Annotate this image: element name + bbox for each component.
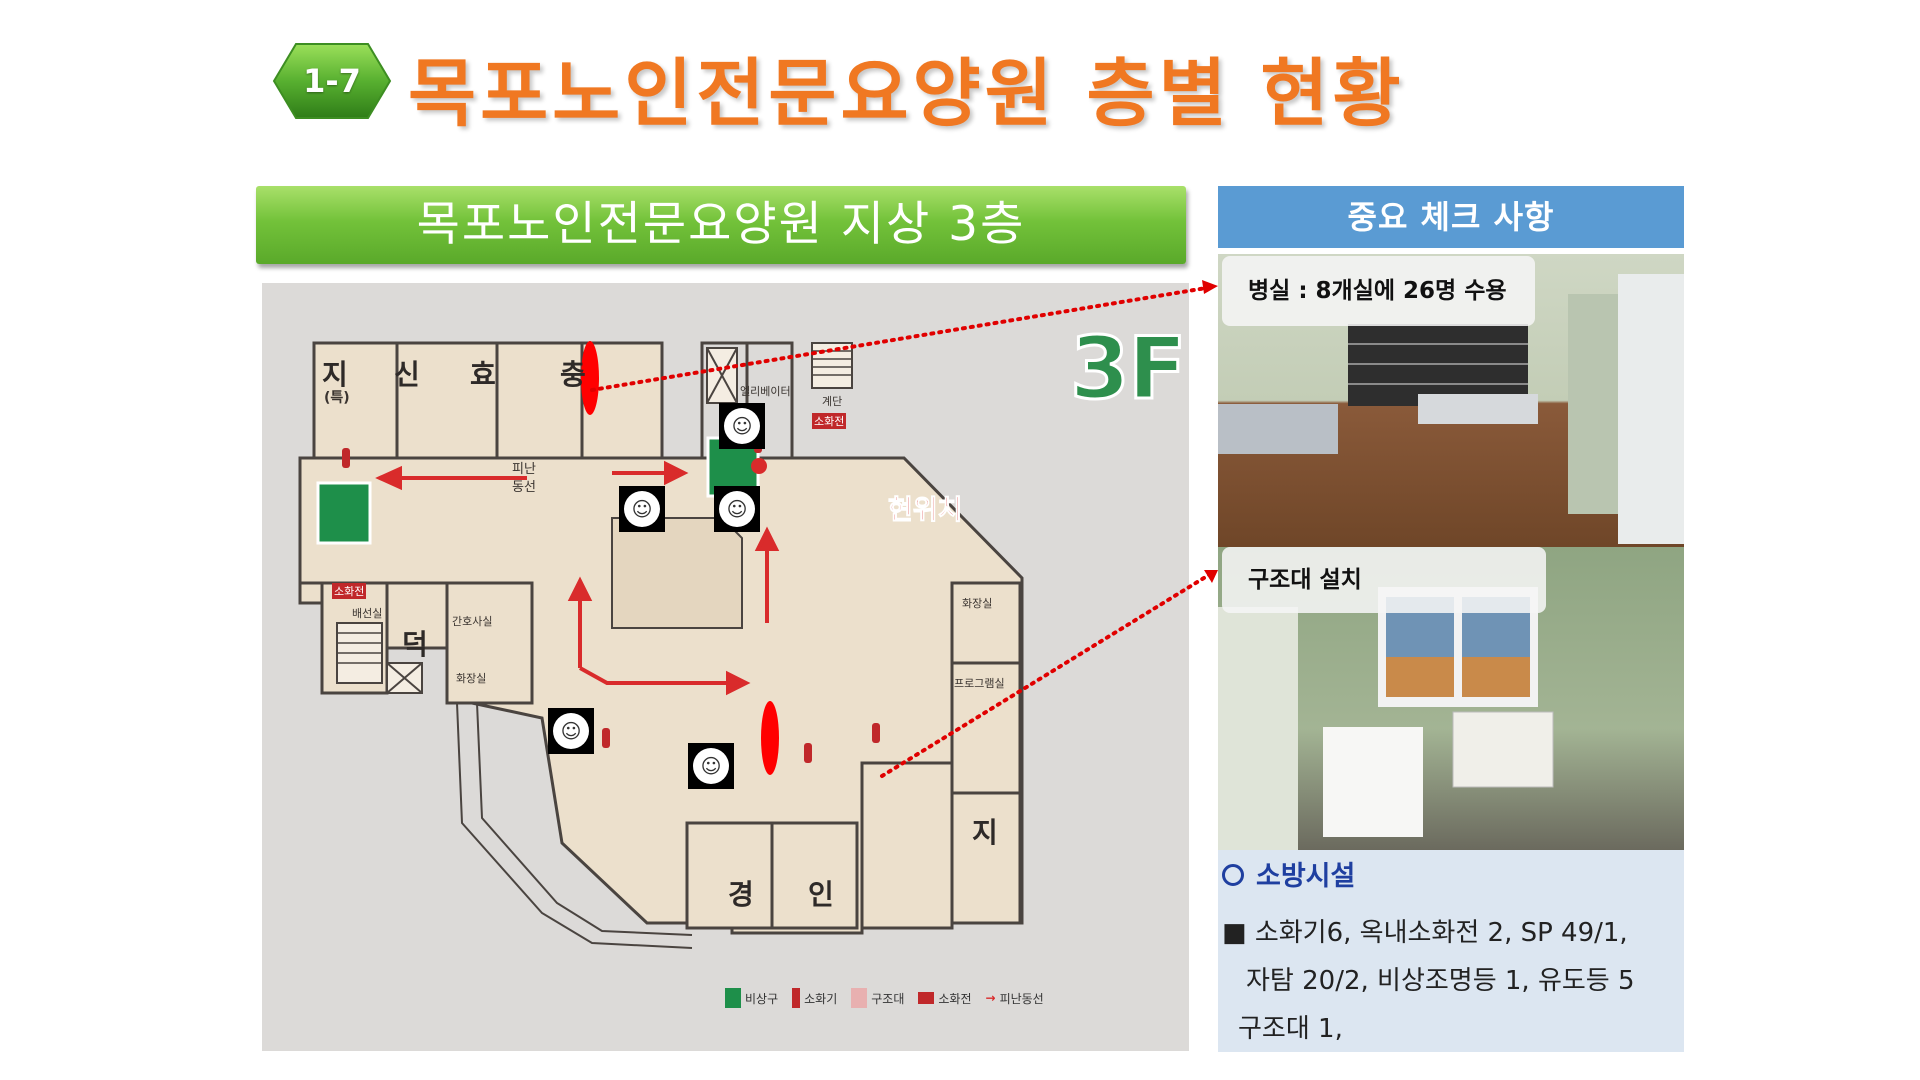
rescue-stamp-icon: ☺: [688, 743, 734, 789]
legend-rescue: 구조대: [871, 991, 905, 1006]
room-label: 지: [972, 816, 998, 849]
floor-plan-image: 3F 현위치 지 (특) 신 효 충 덕 경 인 지 엘리베이터 계단 소화전 …: [262, 283, 1189, 1051]
room-photo-caption: 병실 : 8개실에 26명 수용: [1222, 256, 1535, 326]
nurse-room-label: 간호사실: [452, 615, 493, 628]
fire-facilities-title: 소방시설: [1256, 861, 1356, 892]
room-label: 경: [728, 878, 754, 911]
room-label: 인: [808, 878, 834, 911]
legend-extinguisher: 소화기: [804, 991, 838, 1006]
rescue-stamp-icon: ☺: [548, 708, 594, 754]
room-photo: 병실 : 8개실에 26명 수용: [1218, 254, 1684, 547]
floor-plan-drawing: [298, 341, 1024, 949]
fire-facilities-line: ■ 소화기6, 옥내소화전 2, SP 49/1,: [1222, 918, 1628, 948]
rescue-stamp-icon: ☺: [619, 486, 665, 532]
room-label: (특): [324, 390, 350, 406]
restroom-label: 화장실: [962, 597, 993, 610]
section-number-badge: 1-7: [272, 40, 392, 122]
rescue-stamp-icon: ☺: [719, 403, 765, 449]
program-room-label: 프로그램실: [954, 677, 1005, 690]
badge-label: 1-7: [303, 62, 361, 100]
legend-exit: 비상구: [745, 991, 779, 1006]
circle-bullet-icon: [1222, 864, 1244, 886]
rescue-stamp-icon: ☺: [714, 486, 760, 532]
evacuation-label: 동선: [512, 480, 536, 495]
room-label: 덕: [402, 628, 428, 661]
check-panel-title: 중요 체크 사항: [1218, 186, 1684, 248]
rescue-photo-caption: 구조대 설치: [1222, 547, 1546, 613]
current-location-label: 현위치: [888, 495, 964, 527]
legend-hydrant: 소화전: [938, 991, 972, 1006]
room-label: 효: [470, 358, 496, 391]
page-title: 목포노인전문요양원 층별 현황: [408, 51, 1405, 137]
stairs-label: 계단: [822, 395, 843, 408]
floor-sign-3f: 3F: [1069, 318, 1189, 421]
hydrant-label: 소화전: [332, 583, 367, 599]
legend-evacuation: 피난동선: [999, 991, 1044, 1006]
hydrant-label: 소화전: [812, 413, 847, 429]
restroom-label: 화장실: [456, 672, 487, 685]
elevator-label: 엘리베이터: [740, 385, 791, 398]
rescue-device-photo: 구조대 설치: [1218, 547, 1684, 850]
room-label: 신: [394, 358, 420, 391]
floor-section-title: 목포노인전문요양원 지상 3층: [256, 186, 1186, 264]
plan-legend: 비상구 소화기 구조대 소화전 → 피난동선: [725, 988, 1044, 1008]
pantry-label: 배선실: [352, 607, 383, 620]
room-label: 충: [560, 358, 586, 391]
fire-facilities-line: 구조대 1,: [1238, 1014, 1343, 1044]
fire-facilities-box: 소방시설 ■ 소화기6, 옥내소화전 2, SP 49/1, 자탐 20/2, …: [1218, 850, 1684, 1052]
evacuation-label: 피난: [512, 462, 536, 477]
fire-facilities-line: 자탐 20/2, 비상조명등 1, 유도등 5: [1246, 966, 1635, 996]
fire-facilities-heading: 소방시설: [1222, 854, 1355, 893]
